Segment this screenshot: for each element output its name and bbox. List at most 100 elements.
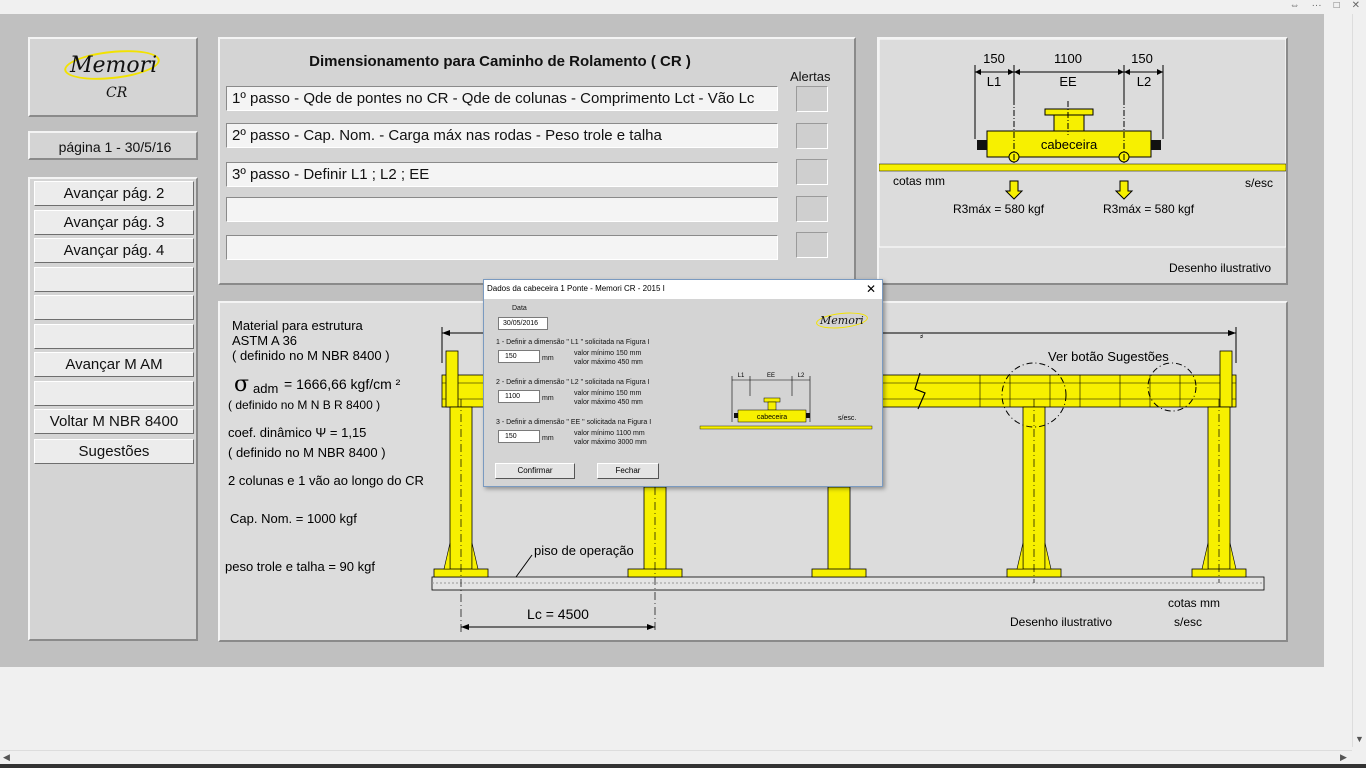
- coef-dinamico: coef. dinâmico Ψ = 1,15: [228, 425, 366, 440]
- page-panel: página 1 - 30/5/16: [28, 131, 198, 160]
- nav-button-back-nbr-8400[interactable]: Voltar M NBR 8400: [34, 409, 194, 434]
- window-top-bar: ⇔ ··· □ ✕: [0, 0, 1366, 14]
- logo-name: Memori: [70, 53, 158, 78]
- dialog-titlebar: Dados da cabeceira 1 Ponte - Memori CR -…: [484, 280, 882, 299]
- field-3-max: valor máximo 3000 mm: [574, 439, 647, 446]
- steps-panel: Dimensionamento para Caminho de Rolament…: [218, 37, 856, 285]
- dim-ee-value: 1100: [1054, 51, 1082, 66]
- colunas-text: 2 colunas e 1 vão ao longo do CR: [228, 473, 424, 488]
- alert-box-2: [796, 123, 828, 149]
- page-label: página 1 - 30/5/16: [58, 139, 172, 155]
- cabeceira-drawing: 150 1100 150 L1 EE L2 cabeceira cotas mm…: [879, 39, 1286, 275]
- top-caption: Desenho ilustrativo: [1169, 261, 1271, 275]
- dim-l1-value: 150: [983, 51, 1005, 66]
- field-l2-input[interactable]: 1100: [498, 390, 540, 403]
- material-line-2: ASTM A 36: [232, 333, 297, 348]
- bottom-edge: [0, 764, 1366, 768]
- cabeceira-label: cabeceira: [1041, 137, 1098, 152]
- main-scale-label: s/esc: [1174, 615, 1202, 629]
- ver-botao-label: Ver botão Sugestões: [1048, 349, 1169, 364]
- field-3-min: valor mínimo 1100 mm: [574, 430, 645, 437]
- steps-title: Dimensionamento para Caminho de Rolament…: [309, 53, 691, 70]
- reaction-2-label: R3máx = 580 kgf: [1103, 202, 1195, 216]
- sigma-note: ( definido no M N B R 8400 ): [228, 398, 380, 412]
- step-2-field[interactable]: 2º passo - Cap. Nom. - Carga máx nas rod…: [226, 123, 778, 148]
- logo-panel: Memori CR: [28, 37, 198, 117]
- peso-trole-text: peso trole e talha = 90 kgf: [225, 559, 375, 574]
- step-1-field[interactable]: 1º passo - Qde de pontes no CR - Qde de …: [226, 86, 778, 111]
- field-2-unit: mm: [542, 395, 554, 402]
- field-l1-input[interactable]: 150: [498, 350, 540, 363]
- top-scale-label: s/esc: [1245, 176, 1273, 190]
- dialog-close-icon[interactable]: ✕: [866, 282, 876, 296]
- field-1-label: 1 - Definir a dimensão " L1 " solicitada…: [496, 339, 650, 346]
- main-cotas-label: cotas mm: [1168, 596, 1220, 610]
- scroll-left-icon[interactable]: ◀: [3, 752, 10, 763]
- nav-button-empty-3[interactable]: [34, 324, 194, 349]
- logo-sub: CR: [106, 85, 128, 101]
- scroll-right-icon[interactable]: ▶: [1340, 752, 1347, 763]
- date-field[interactable]: 30/05/2016: [498, 317, 548, 330]
- dialog-title: Dados da cabeceira 1 Ponte - Memori CR -…: [487, 284, 665, 293]
- lbl-l1: L1: [987, 74, 1001, 89]
- fig-ee: EE: [767, 373, 775, 379]
- material-line-1: Material para estrutura: [232, 318, 364, 333]
- field-1-max: valor máximo 450 mm: [574, 359, 643, 366]
- cabeceira-dialog: Dados da cabeceira 1 Ponte - Memori CR -…: [483, 279, 883, 487]
- alert-box-1: [796, 86, 828, 112]
- field-ee-input[interactable]: 150: [498, 430, 540, 443]
- step-3-field[interactable]: 3º passo - Definir L1 ; L2 ; EE: [226, 162, 778, 187]
- restore-icon[interactable]: ⇔: [1290, 0, 1300, 11]
- dim-l2-value: 150: [1131, 51, 1153, 66]
- material-line-3: ( definido no M NBR 8400 ): [232, 348, 390, 363]
- date-label: Data: [512, 305, 527, 312]
- field-3-label: 3 - Definir a dimensão " EE " solicitada…: [496, 419, 652, 426]
- nav-button-page-3[interactable]: Avançar pág. 3: [34, 210, 194, 235]
- alert-box-4: [796, 196, 828, 222]
- lbl-l2: L2: [1137, 74, 1151, 89]
- dialog-logo: Memori: [820, 314, 864, 327]
- alert-box-3: [796, 159, 828, 185]
- fig-l2: L2: [798, 373, 805, 379]
- fig-l1: L1: [738, 373, 745, 379]
- alerts-label: Alertas: [790, 69, 831, 84]
- field-1-unit: mm: [542, 355, 554, 362]
- maximize-icon[interactable]: □: [1334, 0, 1340, 11]
- lbl-ee: EE: [1059, 74, 1077, 89]
- nav-panel: Avançar pág. 2 Avançar pág. 3 Avançar pá…: [28, 177, 198, 641]
- dialog-figure: L1 EE L2 cabeceira s/esc.: [699, 373, 873, 430]
- nav-button-empty-1[interactable]: [34, 267, 194, 292]
- close-icon[interactable]: ✕: [1352, 0, 1360, 11]
- top-cotas-label: cotas mm: [893, 174, 945, 188]
- more-icon[interactable]: ···: [1312, 0, 1322, 11]
- fig-scale: s/esc.: [838, 415, 856, 422]
- horizontal-scrollbar[interactable]: ◀ ▶: [0, 750, 1352, 764]
- sigma-subscript: adm: [253, 381, 278, 396]
- lc-label: Lc = 4500: [527, 606, 589, 622]
- coef-note: ( definido no M NBR 8400 ): [228, 445, 386, 460]
- nav-button-page-4[interactable]: Avançar pág. 4: [34, 238, 194, 263]
- scroll-down-icon[interactable]: ▼: [1355, 734, 1364, 744]
- field-2-max: valor máximo 450 mm: [574, 399, 643, 406]
- sigma-value: = 1666,66 kgf/cm ²: [284, 376, 401, 392]
- step-4-field[interactable]: [226, 197, 778, 222]
- close-button[interactable]: Fechar: [597, 463, 659, 479]
- nav-button-m-am[interactable]: Avançar M AM: [34, 352, 194, 377]
- nav-button-empty-2[interactable]: [34, 295, 194, 320]
- confirm-button[interactable]: Confirmar: [495, 463, 575, 479]
- alert-box-5: [796, 232, 828, 258]
- field-2-label: 2 - Definir a dimensão " L2 " solicitada…: [496, 379, 650, 386]
- nav-button-suggestions[interactable]: Sugestões: [34, 439, 194, 464]
- piso-label: piso de operação: [534, 543, 634, 558]
- main-caption: Desenho ilustrativo: [1010, 615, 1112, 629]
- field-1-min: valor mínimo 150 mm: [574, 350, 642, 357]
- vertical-scrollbar[interactable]: ▼: [1352, 14, 1366, 747]
- top-drawing-panel: 150 1100 150 L1 EE L2 cabeceira cotas mm…: [877, 37, 1288, 285]
- cap-nom-text: Cap. Nom. = 1000 kgf: [230, 511, 357, 526]
- field-2-min: valor mínimo 150 mm: [574, 390, 642, 397]
- step-5-field[interactable]: [226, 235, 778, 260]
- fig-cabeceira: cabeceira: [757, 414, 787, 421]
- reaction-1-label: R3máx = 580 kgf: [953, 202, 1045, 216]
- nav-button-empty-4[interactable]: [34, 381, 194, 406]
- nav-button-page-2[interactable]: Avançar pág. 2: [34, 181, 194, 206]
